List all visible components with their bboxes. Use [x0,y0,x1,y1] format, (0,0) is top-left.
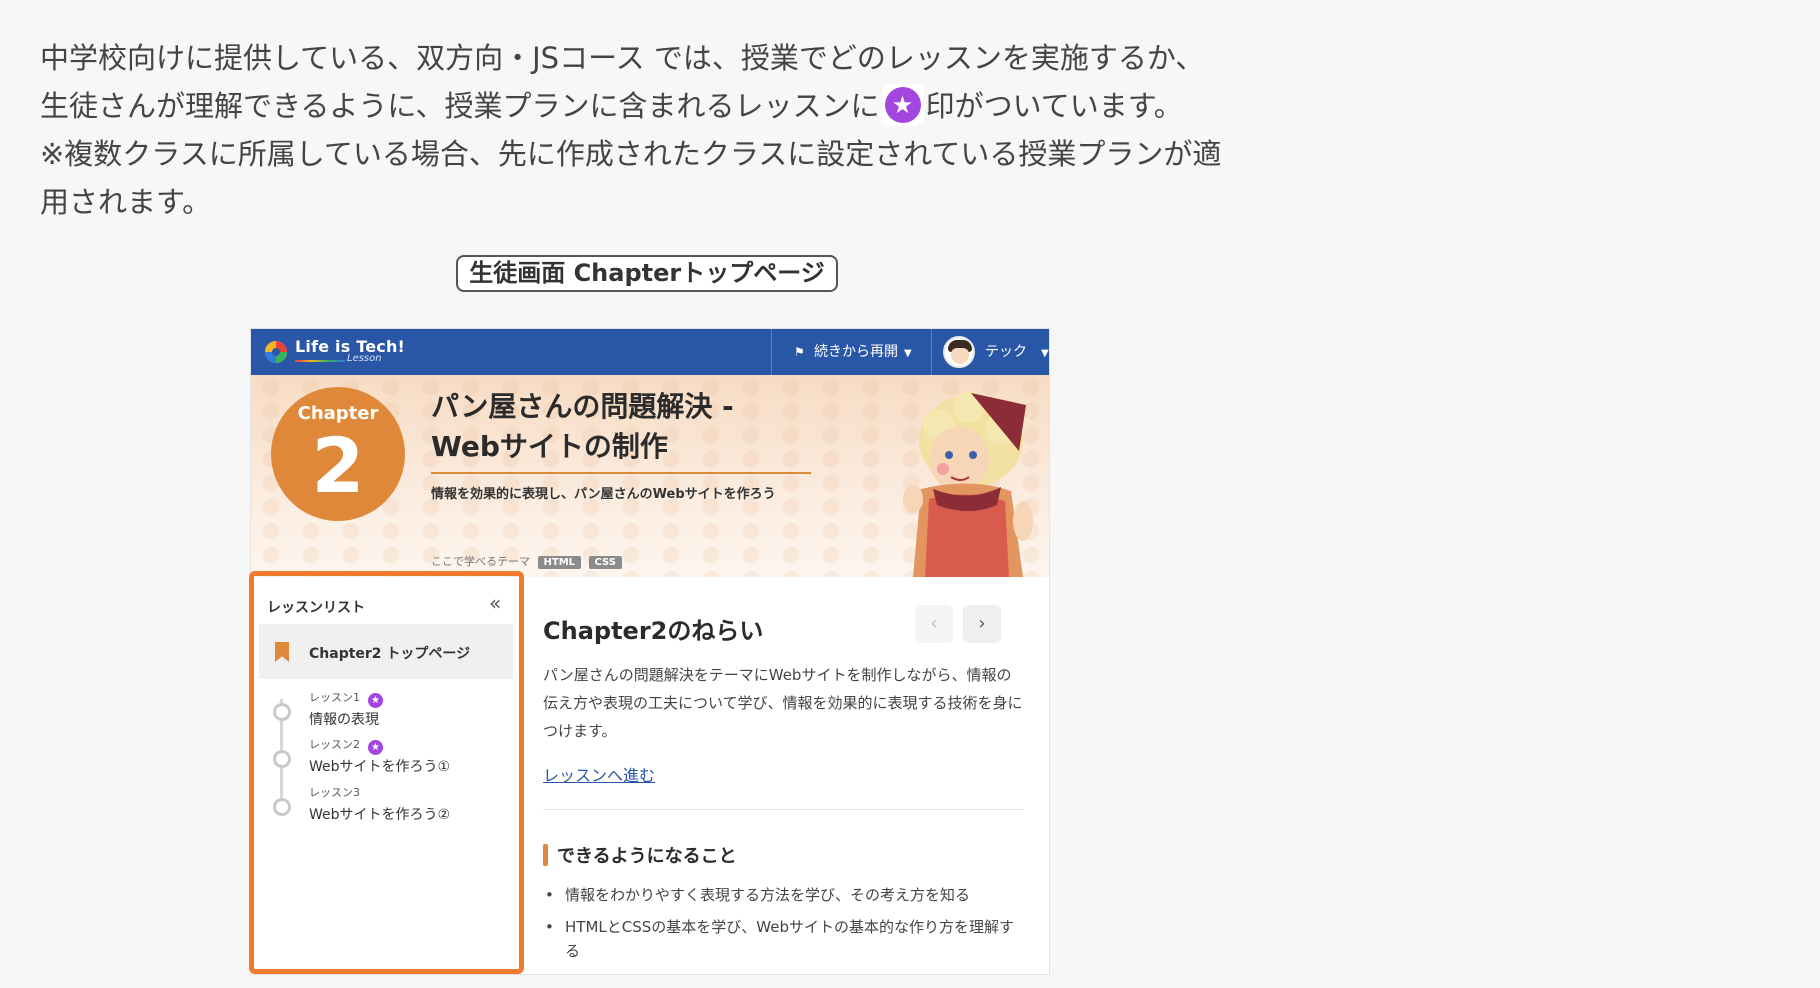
chapter-number: 2 [311,421,365,510]
lesson-name: Webサイトを作ろう① [309,759,451,775]
prev-page-button[interactable]: ‹ [915,605,953,643]
intro-line-2-before: 生徒さんが理解できるように、授業プランに含まれるレッスンに [40,89,880,123]
chapter-description: 情報を効果的に表現し、パン屋さんのWebサイトを作ろう [431,487,776,502]
user-name: テック [985,344,1027,360]
theme-row: ここで学べるテーマ HTML CSS [431,553,622,569]
next-page-button[interactable]: › [963,605,1001,643]
collapse-sidebar-icon[interactable]: « [489,591,501,615]
intro-line-2: 生徒さんが理解できるように、授業プランに含まれるレッスンに ★ 印がついています。 [40,82,1360,130]
sidebar-item-lesson-2[interactable]: レッスン2 ★ Webサイトを作ろう① [259,734,513,786]
baker-character-illustration [903,391,1033,577]
theme-label: ここで学べるテーマ [431,555,530,568]
intro-text: 中学校向けに提供している、双方向・JSコース では、授業でどのレッスンを実施する… [40,34,1360,226]
chapter-hero: Chapter 2 パン屋さんの問題解決 - Webサイトの制作 情報を効果的に… [251,375,1049,579]
chapter-title-line-1: パン屋さんの問題解決 - [431,390,734,423]
user-menu-button[interactable]: テック ▼ [931,329,1049,375]
star-icon: ★ [368,693,383,708]
sidebar-item-chapter-top[interactable]: Chapter2 トップページ [259,624,513,679]
intro-line-2-after: 印がついています。 [925,89,1183,123]
life-is-tech-logo-icon [265,341,287,363]
lesson-number: レッスン2 [309,738,360,751]
chapter-title-line-2: Webサイトの制作 [431,430,668,463]
can-do-heading: できるようになること [543,842,737,868]
lesson-number: レッスン1 [309,691,360,704]
intro-line-3: ※複数クラスに所属している場合、先に作成されたクラスに設定されている授業プランが… [40,137,1222,171]
flag-icon: ⚑ [794,345,805,359]
chapter-main-content: Chapter2のねらい ‹ › パン屋さんの問題解決をテーマにWebサイトを制… [521,577,1049,974]
bookmark-icon [275,642,289,662]
section-divider [543,809,1023,810]
sidebar-item-lesson-3[interactable]: レッスン3 Webサイトを作ろう② [259,782,513,834]
student-screen-screenshot: Life is Tech! Lesson ⚑ 続きから再開 ▼ テック ▼ Chapt… [251,329,1049,974]
title-divider [431,472,811,474]
screen-caption: 生徒画面 Chapterトップページ [456,255,838,292]
lesson-list-sidebar: レッスンリスト « Chapter2 トップページ レッスン1 ★ 情報の表現 レ… [251,577,522,974]
star-icon: ★ [881,84,924,126]
lesson-node-icon [273,798,291,816]
lesson-name: 情報の表現 [309,712,379,728]
lesson-list-title: レッスンリスト [267,600,365,616]
can-do-list: 情報をわかりやすく表現する方法を学び、その考え方を知る HTMLとCSSの基本を… [543,883,1023,971]
lesson-node-icon [273,750,291,768]
intro-line-4: 用されます。 [40,185,212,219]
go-to-lesson-link[interactable]: レッスンへ進む [543,762,655,786]
avatar [943,336,975,368]
chapter-aim-title: Chapter2のねらい [543,617,764,645]
list-item: 情報をわかりやすく表現する方法を学び、その考え方を知る [543,883,1023,907]
top-bar: Life is Tech! Lesson ⚑ 続きから再開 ▼ テック ▼ [251,329,1049,375]
lesson-node-icon [273,703,291,721]
chevron-down-icon: ▼ [1041,348,1049,359]
intro-line-1: 中学校向けに提供している、双方向・JSコース では、授業でどのレッスンを実施する… [40,41,1205,75]
list-item: HTMLとCSSの基本を学び、Webサイトの基本的な作り方を理解する [543,915,1023,963]
star-icon: ★ [368,740,383,755]
chapter-aim-body: パン屋さんの問題解決をテーマにWebサイトを制作しながら、情報の伝え方や表現の工… [543,666,1023,740]
chapter-badge: Chapter 2 [271,387,405,521]
lesson-number: レッスン3 [309,786,360,799]
resume-label: 続きから再開 [814,344,898,360]
logo-sub: Lesson [347,353,382,364]
topbar-divider [771,329,772,375]
chapter-title: パン屋さんの問題解決 - Webサイトの制作 [431,387,811,467]
sidebar-item-label: Chapter2 トップページ [309,646,471,662]
lesson-name: Webサイトを作ろう② [309,807,451,823]
sidebar-item-lesson-1[interactable]: レッスン1 ★ 情報の表現 [259,687,513,739]
chevron-down-icon: ▼ [904,348,912,359]
tag-css: CSS [588,556,622,569]
logo-underline [295,360,345,362]
resume-button[interactable]: ⚑ 続きから再開 ▼ [784,329,920,375]
tag-html: HTML [537,556,582,569]
